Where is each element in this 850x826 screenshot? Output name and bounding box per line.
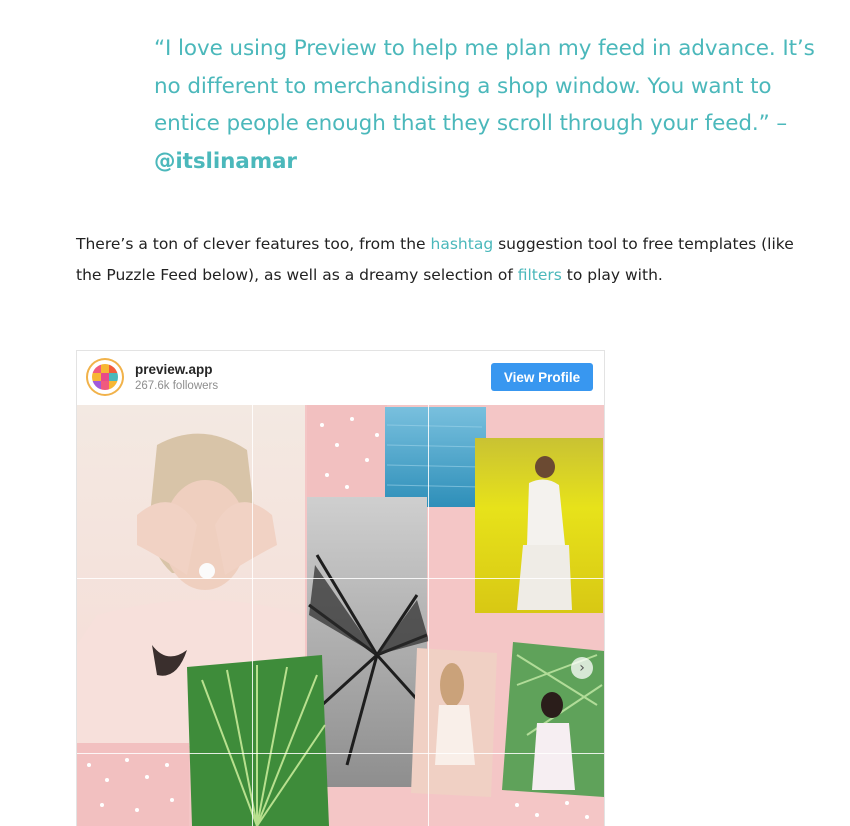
quote-text: “I love using Preview to help me plan my… xyxy=(154,36,815,136)
paragraph-text-1: There’s a ton of clever features too, fr… xyxy=(76,235,431,253)
puzzle-feed-grid[interactable]: › xyxy=(77,405,604,826)
grid-divider xyxy=(428,405,429,826)
avatar[interactable] xyxy=(88,360,122,394)
puzzle-feed-image xyxy=(77,405,604,826)
quote-handle[interactable]: @itslinamar xyxy=(154,149,297,174)
follower-count: 267.6k followers xyxy=(135,380,219,392)
view-profile-button[interactable]: View Profile xyxy=(491,363,593,391)
filters-link[interactable]: filters xyxy=(518,266,562,284)
grid-divider xyxy=(77,578,604,579)
account-name[interactable]: preview.app xyxy=(135,362,213,377)
instagram-embed-card: preview.app 267.6k followers View Profil… xyxy=(76,350,605,826)
pull-quote: “I love using Preview to help me plan my… xyxy=(154,30,822,180)
card-header: preview.app 267.6k followers View Profil… xyxy=(77,351,604,404)
chevron-right-icon[interactable]: › xyxy=(571,657,593,679)
hashtag-link[interactable]: hashtag xyxy=(431,235,494,253)
paragraph-text-3: to play with. xyxy=(561,266,663,284)
grid-divider xyxy=(77,753,604,754)
grid-divider xyxy=(252,405,253,826)
preview-logo-icon xyxy=(92,364,118,390)
body-paragraph: There’s a ton of clever features too, fr… xyxy=(76,229,816,291)
